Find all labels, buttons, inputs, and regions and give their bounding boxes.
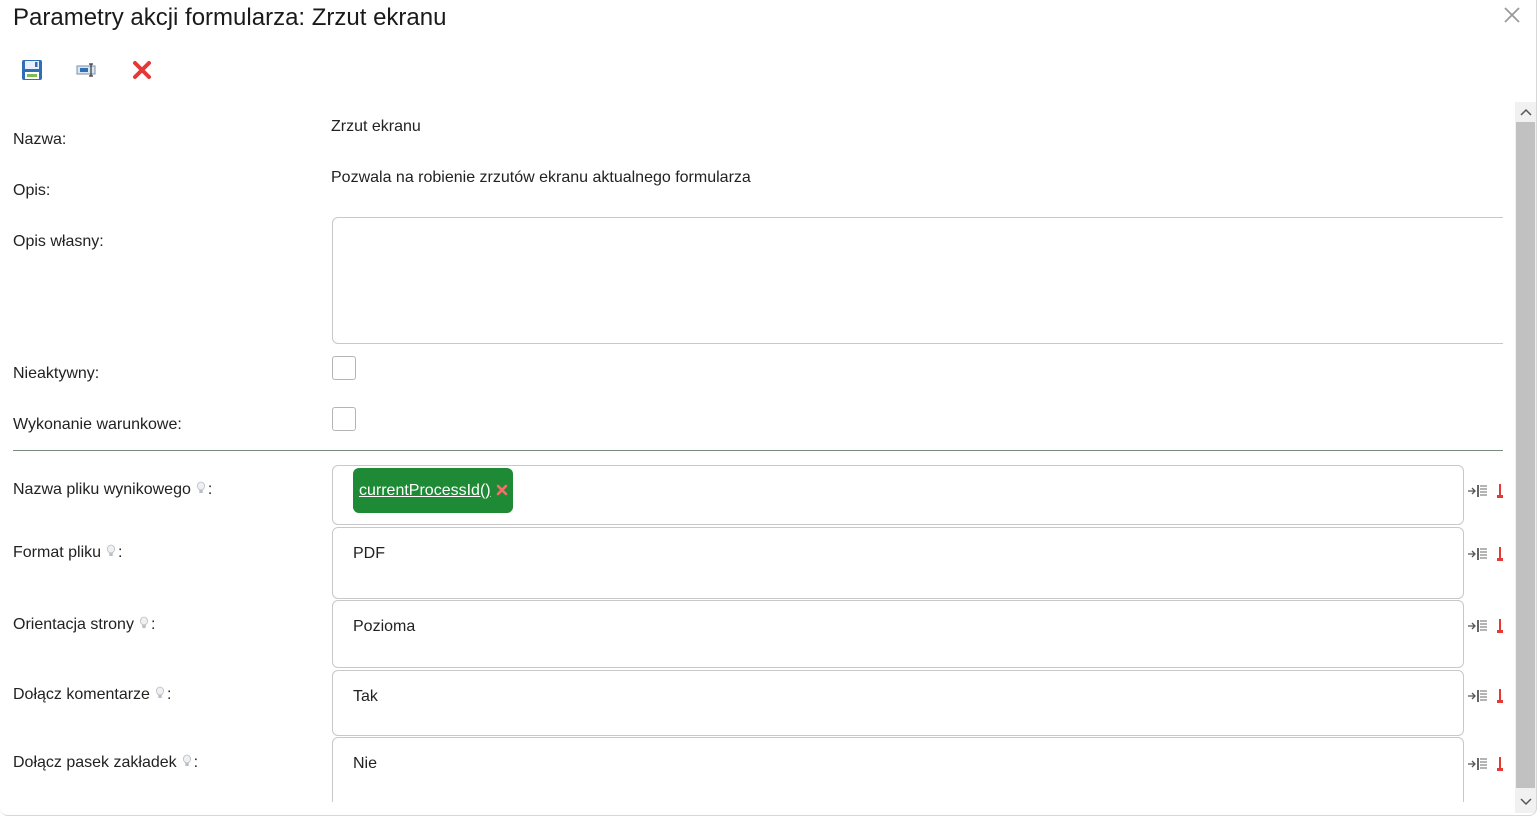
hint-icon[interactable] xyxy=(106,544,116,558)
insert-expression-icon[interactable] xyxy=(1467,688,1489,704)
hint-icon[interactable] xyxy=(139,616,149,630)
insert-expression-icon[interactable] xyxy=(1467,756,1489,772)
inactive-checkbox[interactable] xyxy=(332,356,356,380)
remove-chip-icon[interactable] xyxy=(495,483,509,497)
file-format-field[interactable]: PDF xyxy=(332,527,1464,599)
param-label-output-filename: Nazwa pliku wynikowego: xyxy=(13,481,213,498)
own-description-label: Opis własny: xyxy=(13,233,104,250)
include-bookmarks-bar-value: Nie xyxy=(353,755,378,772)
rename-icon xyxy=(76,62,98,82)
param-label-file-format: Format pliku: xyxy=(13,544,123,561)
output-filename-field[interactable]: currentProcessId() xyxy=(332,465,1464,525)
name-value: Zrzut ekranu xyxy=(331,118,421,135)
scrollbar-thumb[interactable] xyxy=(1516,122,1535,788)
param-label-page-orientation: Orientacja strony: xyxy=(13,616,156,633)
close-icon[interactable] xyxy=(1501,4,1523,26)
dialog-title: Parametry akcji formularza: Zrzut ekranu xyxy=(13,4,447,31)
conditional-checkbox[interactable] xyxy=(332,407,356,431)
delete-button[interactable] xyxy=(128,58,156,86)
clear-red-icon[interactable] xyxy=(1497,546,1503,562)
rename-button[interactable] xyxy=(73,58,101,86)
function-chip[interactable]: currentProcessId() xyxy=(353,468,513,513)
save-icon xyxy=(21,59,43,86)
scroll-down-icon[interactable] xyxy=(1515,792,1536,812)
insert-expression-icon[interactable] xyxy=(1467,483,1489,499)
include-comments-value: Tak xyxy=(353,688,378,705)
description-label: Opis: xyxy=(13,182,51,199)
form-content: Nazwa: Zrzut ekranu Opis: Pozwala na rob… xyxy=(0,102,1503,802)
name-label: Nazwa: xyxy=(13,131,67,148)
insert-expression-icon[interactable] xyxy=(1467,618,1489,634)
inactive-label: Nieaktywny: xyxy=(13,365,100,382)
clear-red-icon[interactable] xyxy=(1497,756,1503,772)
page-orientation-value: Pozioma xyxy=(353,618,416,635)
clear-red-icon[interactable] xyxy=(1497,618,1503,634)
conditional-label: Wykonanie warunkowe: xyxy=(13,416,182,433)
clear-red-icon[interactable] xyxy=(1497,483,1503,499)
save-button[interactable] xyxy=(18,58,46,86)
dialog-window: Parametry akcji formularza: Zrzut ekranu xyxy=(0,0,1537,816)
include-bookmarks-bar-field[interactable]: Nie xyxy=(332,737,1464,802)
include-comments-field[interactable]: Tak xyxy=(332,670,1464,736)
insert-expression-icon[interactable] xyxy=(1467,546,1489,562)
hint-icon[interactable] xyxy=(196,481,206,495)
param-label-include-bookmarks-bar: Dołącz pasek zakładek: xyxy=(13,754,199,771)
clear-red-icon[interactable] xyxy=(1497,688,1503,704)
own-description-textarea[interactable] xyxy=(332,217,1503,344)
hint-icon[interactable] xyxy=(182,754,192,768)
page-orientation-field[interactable]: Pozioma xyxy=(332,600,1464,668)
description-value: Pozwala na robienie zrzutów ekranu aktua… xyxy=(331,169,751,186)
section-divider xyxy=(13,450,1503,451)
file-format-value: PDF xyxy=(353,545,385,562)
scroll-up-icon[interactable] xyxy=(1515,102,1536,122)
delete-icon xyxy=(132,60,152,85)
param-label-include-comments: Dołącz komentarze: xyxy=(13,686,172,703)
hint-icon[interactable] xyxy=(155,686,165,700)
